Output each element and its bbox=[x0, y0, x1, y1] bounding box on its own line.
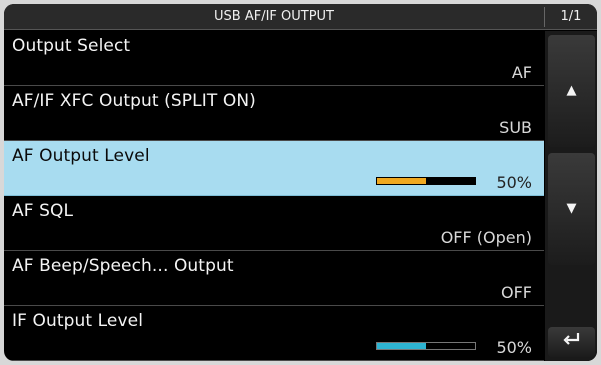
menu-item-value: OFF bbox=[501, 283, 532, 302]
scroll-up-button[interactable]: ▲ bbox=[548, 35, 595, 147]
menu-item-label: AF SQL bbox=[12, 201, 74, 221]
scroll-down-button[interactable]: ▼ bbox=[548, 153, 595, 265]
triangle-down-icon: ▼ bbox=[566, 201, 577, 216]
triangle-up-icon: ▲ bbox=[566, 83, 577, 98]
menu-item-af-sql[interactable]: AF SQL OFF (Open) bbox=[4, 196, 544, 251]
menu-item-label: AF Beep/Speech... Output bbox=[12, 256, 234, 276]
screen: USB AF/IF OUTPUT 1/1 Output Select AF AF… bbox=[4, 4, 597, 361]
menu-item-value: 50% bbox=[496, 173, 532, 192]
menu-item-label: IF Output Level bbox=[12, 311, 144, 331]
menu-item-value: AF bbox=[511, 63, 532, 82]
menu-item-label: AF/IF XFC Output (SPLIT ON) bbox=[12, 91, 256, 111]
menu-item-output-select[interactable]: Output Select AF bbox=[4, 31, 544, 86]
menu-item-af-if-xfc-output[interactable]: AF/IF XFC Output (SPLIT ON) SUB bbox=[4, 86, 544, 141]
menu-item-value: OFF (Open) bbox=[440, 228, 532, 247]
back-button[interactable] bbox=[548, 327, 595, 357]
device-frame: USB AF/IF OUTPUT 1/1 Output Select AF AF… bbox=[0, 0, 601, 365]
menu-item-if-output-level[interactable]: IF Output Level 50% bbox=[4, 306, 544, 361]
return-arrow-svg bbox=[562, 333, 579, 345]
menu-item-value: 50% bbox=[496, 338, 532, 357]
page-title: USB AF/IF OUTPUT bbox=[214, 9, 334, 24]
page-indicator: 1/1 bbox=[560, 9, 582, 24]
menu-item-label: Output Select bbox=[12, 36, 131, 56]
level-bar-fill bbox=[377, 178, 426, 184]
side-button-panel: ▲ ▼ bbox=[545, 31, 597, 361]
menu-item-af-output-level[interactable]: AF Output Level 50% bbox=[4, 141, 544, 196]
level-bar-fill bbox=[377, 343, 426, 349]
level-bar bbox=[376, 177, 476, 185]
menu-item-af-beep-speech-output[interactable]: AF Beep/Speech... Output OFF bbox=[4, 251, 544, 306]
return-arrow-icon bbox=[548, 327, 595, 357]
level-bar bbox=[376, 342, 476, 350]
menu-item-label: AF Output Level bbox=[12, 146, 150, 166]
title-bar: USB AF/IF OUTPUT 1/1 bbox=[4, 4, 597, 30]
menu-item-value: SUB bbox=[499, 118, 532, 137]
menu-list: Output Select AF AF/IF XFC Output (SPLIT… bbox=[4, 31, 544, 361]
